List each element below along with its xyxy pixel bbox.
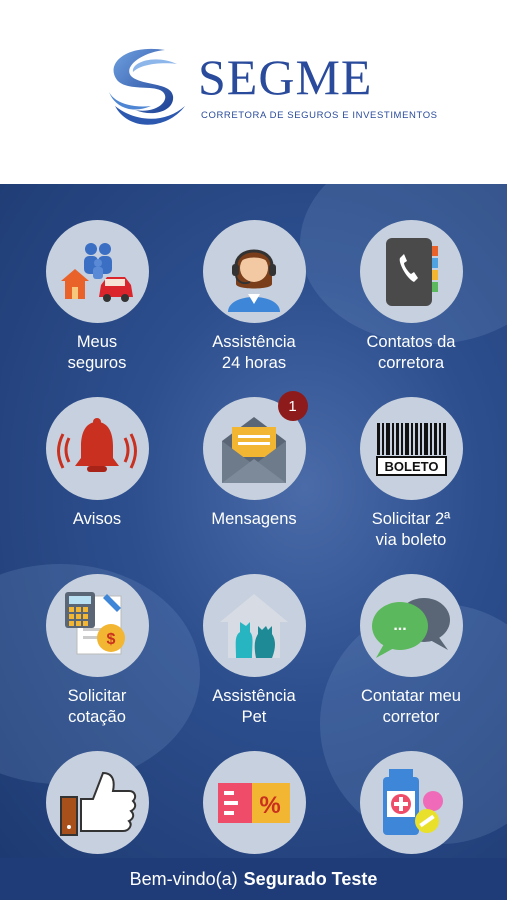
medicine-icon: [383, 768, 443, 835]
menu-icon-circle: %: [202, 751, 306, 854]
menu-tile-descontos[interactable]: %: [179, 751, 329, 858]
chat-dots-text: ...: [393, 617, 406, 634]
menu-icon-circle: [202, 574, 306, 677]
unread-count-badge: 1: [277, 391, 308, 421]
discount-percent-text: %: [259, 792, 280, 819]
brand-name: SEGME: [198, 49, 373, 105]
menu-label: Avisos: [72, 510, 122, 528]
menu-icon-circle: [45, 751, 149, 854]
menu-icon-circle: [202, 220, 306, 323]
menu-icon-circle: BOLETO: [359, 397, 463, 500]
menu-tile-solicitar-cotacao[interactable]: $ Solicitar cotação: [22, 574, 172, 728]
menu-tile-contatos-corretora[interactable]: Contatos da corretora: [336, 220, 486, 374]
menu-label: Assistência Pet: [212, 687, 296, 726]
headset-agent-icon: [228, 249, 280, 312]
segme-logo-icon: [109, 48, 185, 125]
discount-ticket-icon: %: [218, 782, 290, 823]
menu-grid: Meus seguros Assistência 24 horas Contat…: [0, 184, 507, 858]
menu-icon-circle: [45, 397, 149, 500]
welcome-footer: Bem-vindo(a) Segurado Teste: [0, 858, 507, 900]
menu-label: Contatar meu corretor: [361, 687, 461, 726]
menu-icon-circle: 1: [202, 391, 308, 500]
alarm-bell-icon: [57, 417, 137, 472]
envelope-icon: [222, 416, 286, 483]
chat-bubbles-icon: ...: [372, 597, 450, 658]
thumbs-up-icon: [60, 771, 137, 836]
menu-label: Contatos da corretora: [366, 333, 456, 372]
menu-tile-mensagens[interactable]: 1 Mensagens: [179, 391, 329, 530]
menu-label: Assistência 24 horas: [212, 333, 296, 372]
phone-book-icon: [386, 237, 438, 306]
menu-tile-assistencia-24h[interactable]: Assistência 24 horas: [179, 220, 329, 374]
menu-label: Mensagens: [211, 510, 297, 528]
menu-tile-avisos[interactable]: Avisos: [22, 397, 172, 530]
menu-tile-segunda-via-boleto[interactable]: BOLETO Solicitar 2ª via boleto: [336, 397, 486, 551]
family-house-car-icon: [61, 242, 133, 302]
menu-tile-contatar-corretor[interactable]: ... Contatar meu corretor: [336, 574, 486, 728]
menu-tile-medicamentos[interactable]: [336, 751, 486, 858]
menu-icon-circle: $: [45, 574, 149, 677]
menu-icon-circle: ...: [359, 574, 463, 677]
menu-label: Solicitar cotação: [67, 687, 127, 726]
brand-tagline: CORRETORA DE SEGUROS E INVESTIMENTOS: [201, 110, 438, 121]
menu-icon-circle: [359, 220, 463, 323]
svg-text:$: $: [107, 631, 116, 648]
barcode-boleto-icon: BOLETO: [376, 422, 447, 476]
app-header: SEGME CORRETORA DE SEGUROS E INVESTIMENT…: [0, 0, 507, 184]
menu-icon-circle: [359, 751, 463, 854]
user-name: Segurado Teste: [243, 868, 378, 889]
calculator-document-icon: $: [65, 591, 125, 654]
menu-icon-circle: [45, 220, 149, 323]
welcome-text: Bem-vindo(a): [129, 868, 238, 889]
menu-tile-avaliar[interactable]: [22, 751, 172, 858]
menu-label: Meus seguros: [67, 333, 127, 372]
boleto-icon-text: BOLETO: [385, 459, 439, 474]
pet-house-icon: [220, 593, 288, 658]
menu-tile-meus-seguros[interactable]: Meus seguros: [22, 220, 172, 374]
menu-label: Solicitar 2ª via boleto: [371, 510, 451, 549]
menu-tile-assistencia-pet[interactable]: Assistência Pet: [179, 574, 329, 728]
